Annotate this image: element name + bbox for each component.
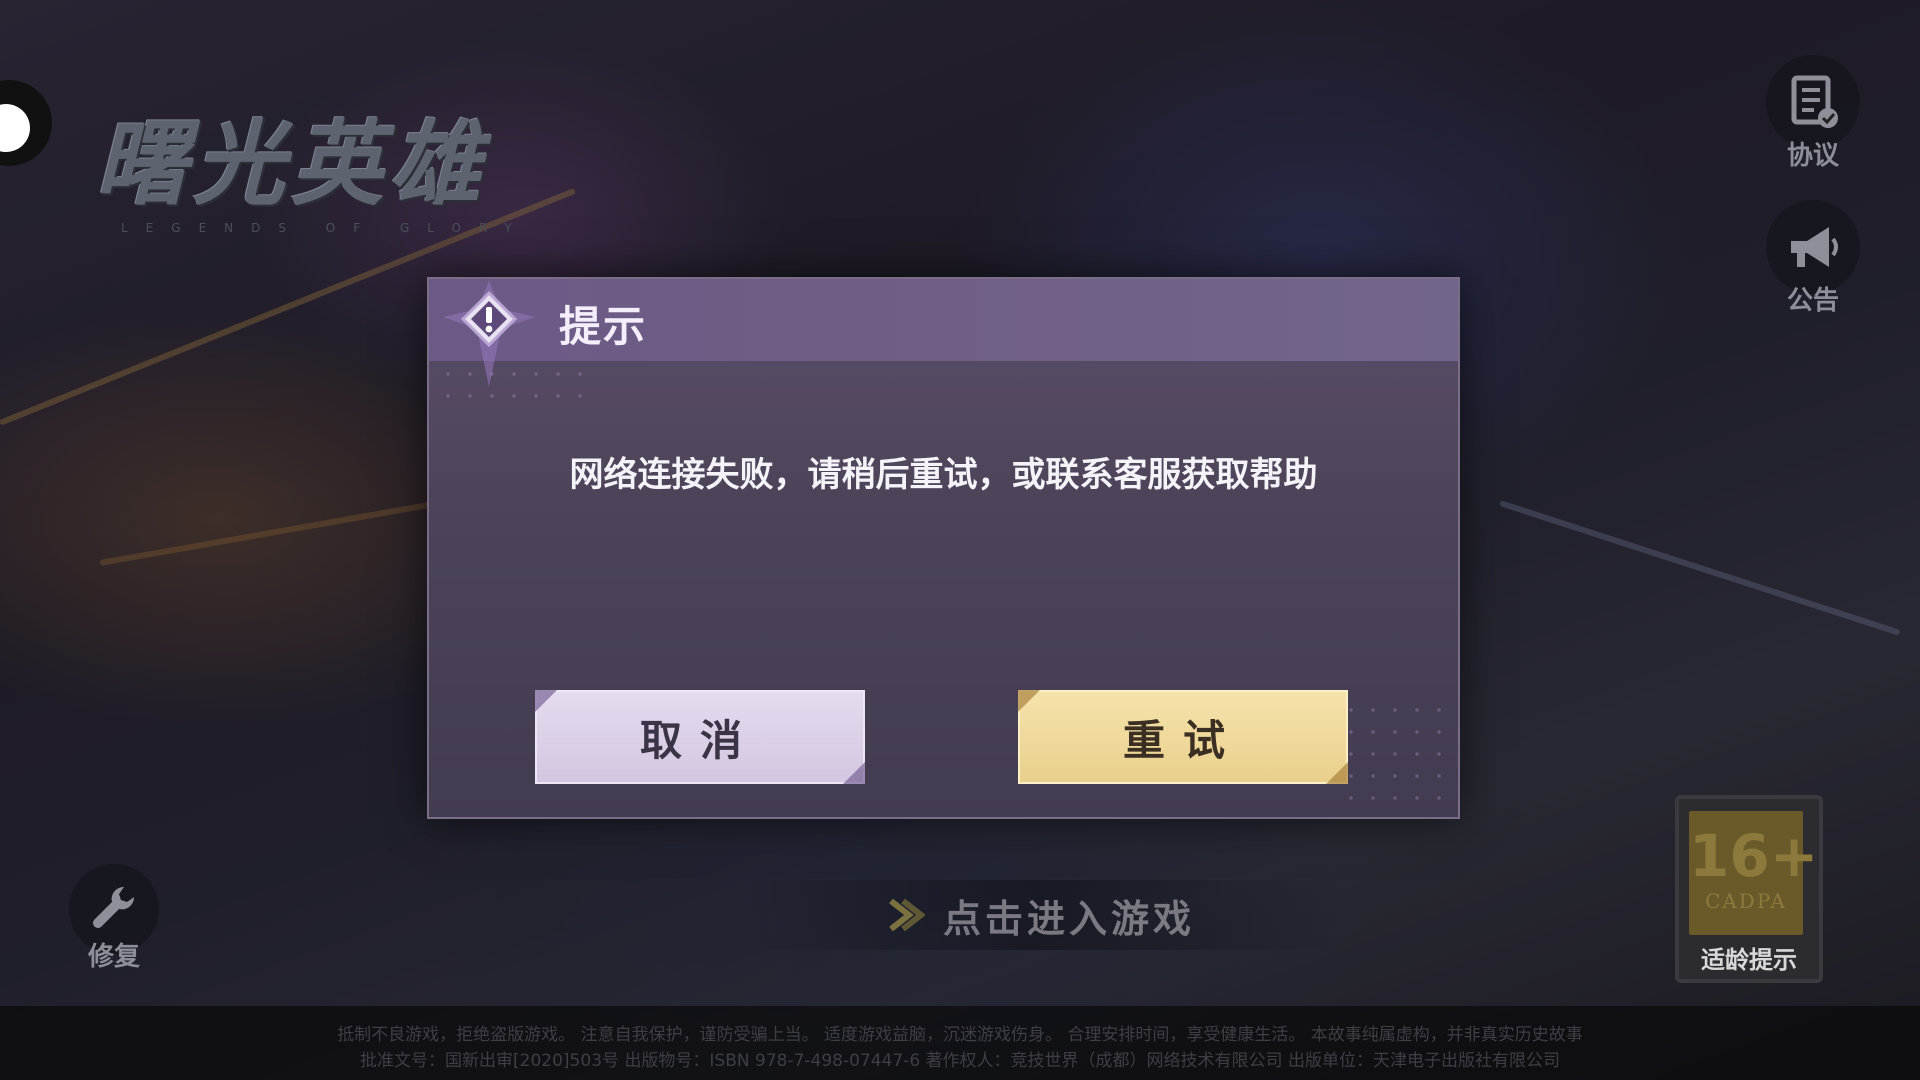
button-corner-decoration bbox=[1018, 690, 1040, 712]
dialog-dots-decoration bbox=[437, 363, 597, 403]
cancel-button-label: 取消 bbox=[639, 715, 760, 765]
network-error-dialog: 提示 网络连接失败，请稍后重试，或联系客服获取帮助 取消 重试 bbox=[427, 277, 1460, 819]
age-rating-panel: 16+ CADPA bbox=[1689, 811, 1819, 935]
notice-label: 公告 bbox=[1786, 286, 1839, 316]
game-logo: 曙光英雄 LEGENDS OF GLORY bbox=[95, 90, 530, 235]
agreement-label: 协议 bbox=[1786, 141, 1839, 171]
legal-footer: 抵制不良游戏，拒绝盗版游戏。 注意自我保护，谨防受骗上当。 适度游戏益脑，沉迷游… bbox=[0, 1006, 1920, 1080]
dialog-title: 提示 bbox=[559, 302, 648, 351]
megaphone-icon bbox=[1791, 227, 1838, 267]
wrench-icon bbox=[93, 886, 135, 928]
age-rating-badge[interactable]: 16+ CADPA 适龄提示 bbox=[1675, 795, 1823, 983]
agreement-button[interactable]: 协议 bbox=[1763, 55, 1863, 172]
start-game-button[interactable]: 点击进入游戏 bbox=[740, 880, 1340, 950]
retry-button[interactable]: 重试 bbox=[1018, 690, 1348, 784]
notice-button[interactable]: 公告 bbox=[1763, 200, 1863, 317]
age-rating-number: 16+ bbox=[1689, 822, 1819, 890]
repair-button[interactable]: 修复 bbox=[66, 864, 162, 973]
dialog-dots-decoration bbox=[1340, 699, 1450, 809]
cancel-button[interactable]: 取消 bbox=[535, 690, 865, 784]
double-chevron-right-icon bbox=[889, 898, 925, 932]
logo-subtitle: LEGENDS OF GLORY bbox=[121, 221, 530, 235]
button-corner-decoration bbox=[1326, 762, 1348, 784]
start-game-label: 点击进入游戏 bbox=[942, 896, 1195, 941]
repair-label: 修复 bbox=[87, 942, 140, 972]
document-check-icon bbox=[1791, 75, 1838, 128]
footer-line-2: 批准文号：国新出审[2020]503号 出版物号：ISBN 978-7-498-… bbox=[360, 1051, 1560, 1071]
retry-button-label: 重试 bbox=[1122, 715, 1243, 765]
button-corner-decoration bbox=[535, 690, 557, 712]
logo-title: 曙光英雄 bbox=[95, 110, 488, 218]
age-rating-label: 适龄提示 bbox=[1701, 946, 1797, 974]
age-rating-org: CADPA bbox=[1705, 889, 1787, 913]
dialog-message: 网络连接失败，请稍后重试，或联系客服获取帮助 bbox=[569, 455, 1318, 495]
footer-line-1: 抵制不良游戏，拒绝盗版游戏。 注意自我保护，谨防受骗上当。 适度游戏益脑，沉迷游… bbox=[337, 1025, 1583, 1045]
button-corner-decoration bbox=[843, 762, 865, 784]
